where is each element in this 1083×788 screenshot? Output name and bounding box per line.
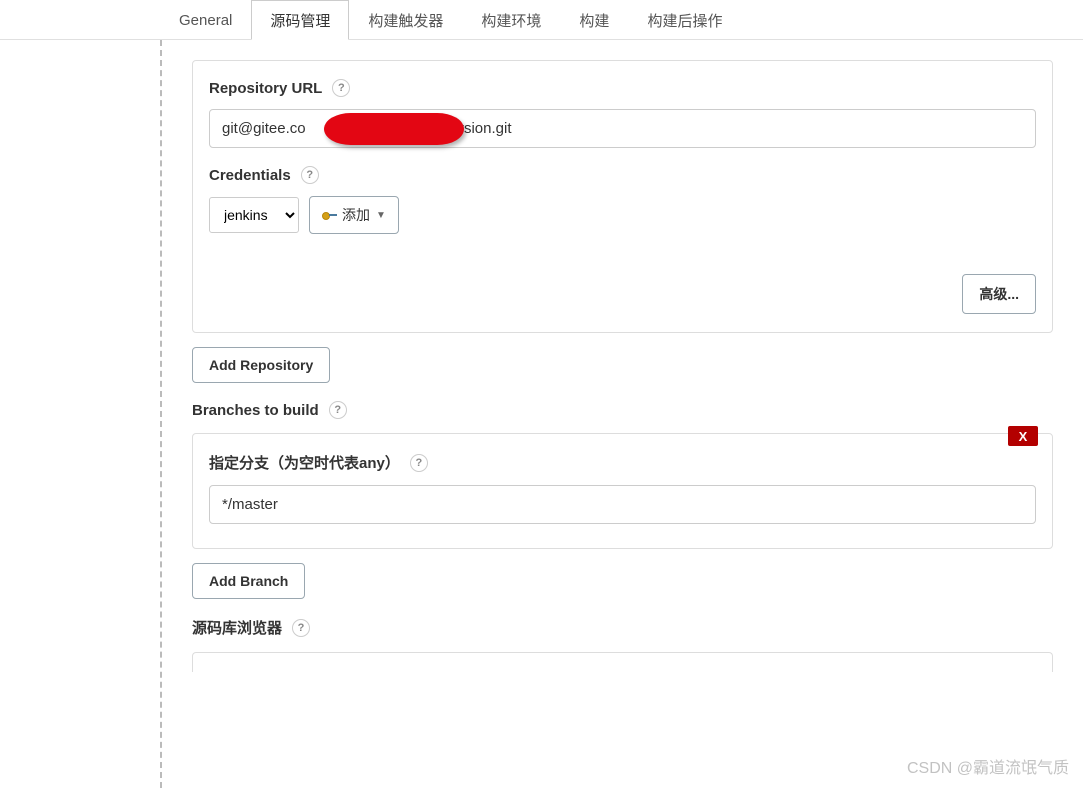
branch-section: X 指定分支（为空时代表any） ? bbox=[192, 433, 1053, 549]
help-icon[interactable]: ? bbox=[410, 454, 428, 472]
tab-general[interactable]: General bbox=[160, 0, 251, 39]
advanced-button[interactable]: 高级... bbox=[962, 274, 1036, 314]
branches-label-text: Branches to build bbox=[192, 402, 319, 419]
repository-section: Repository URL ? Credentials ? jenkins 添… bbox=[192, 60, 1053, 333]
repo-url-group: Repository URL ? bbox=[209, 79, 1036, 148]
help-icon[interactable]: ? bbox=[292, 619, 310, 637]
repo-url-label: Repository URL ? bbox=[209, 79, 1036, 97]
redaction-overlay bbox=[324, 113, 464, 145]
repo-browser-box bbox=[192, 652, 1053, 672]
key-icon bbox=[322, 210, 338, 220]
chevron-down-icon: ▼ bbox=[376, 210, 386, 221]
credentials-label-text: Credentials bbox=[209, 167, 291, 184]
branch-spec-label-text: 指定分支（为空时代表any） bbox=[209, 452, 400, 473]
branch-spec-label: 指定分支（为空时代表any） ? bbox=[209, 452, 1036, 473]
add-repository-button[interactable]: Add Repository bbox=[192, 347, 330, 383]
branch-spec-input[interactable] bbox=[209, 485, 1036, 524]
tab-source-code[interactable]: 源码管理 bbox=[251, 0, 349, 40]
repo-browser-label-text: 源码库浏览器 bbox=[192, 617, 282, 638]
credentials-label: Credentials ? bbox=[209, 166, 1036, 184]
advanced-row: 高级... bbox=[209, 274, 1036, 314]
credentials-row: jenkins 添加 ▼ bbox=[209, 196, 1036, 234]
tab-build-env[interactable]: 构建环境 bbox=[462, 0, 560, 39]
repo-browser-label: 源码库浏览器 ? bbox=[192, 617, 1053, 638]
repo-url-label-text: Repository URL bbox=[209, 80, 322, 97]
repo-url-input-wrap bbox=[209, 109, 1036, 148]
credentials-select[interactable]: jenkins bbox=[209, 197, 299, 233]
tab-build-triggers[interactable]: 构建触发器 bbox=[349, 0, 462, 39]
help-icon[interactable]: ? bbox=[329, 401, 347, 419]
help-icon[interactable]: ? bbox=[332, 79, 350, 97]
add-credentials-button[interactable]: 添加 ▼ bbox=[309, 196, 399, 234]
main-content: Repository URL ? Credentials ? jenkins 添… bbox=[160, 40, 1083, 788]
credentials-group: Credentials ? jenkins 添加 ▼ bbox=[209, 166, 1036, 234]
tab-bar: General 源码管理 构建触发器 构建环境 构建 构建后操作 bbox=[0, 0, 1083, 40]
help-icon[interactable]: ? bbox=[301, 166, 319, 184]
delete-branch-button[interactable]: X bbox=[1008, 426, 1038, 446]
add-branch-button[interactable]: Add Branch bbox=[192, 563, 305, 599]
branch-spec-group: 指定分支（为空时代表any） ? bbox=[209, 452, 1036, 524]
tab-build[interactable]: 构建 bbox=[560, 0, 628, 39]
branches-section-label: Branches to build ? bbox=[192, 401, 1053, 419]
add-cred-label: 添加 bbox=[342, 205, 370, 225]
tab-post-build[interactable]: 构建后操作 bbox=[628, 0, 741, 39]
